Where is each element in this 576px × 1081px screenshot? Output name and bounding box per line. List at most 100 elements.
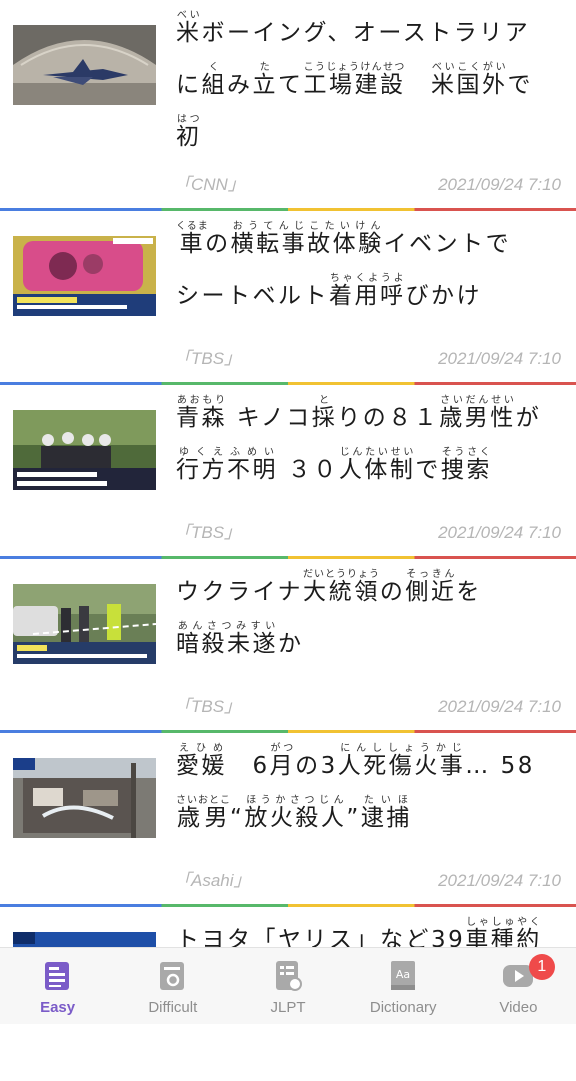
headline-line: ウクライナ大統領だいとうりょうの側近そっきんを: [176, 569, 562, 621]
headline-text: で: [415, 457, 441, 483]
article-card[interactable]: 車くるまの横転事故体験おうてんじこたいけんイベントでシートベルト着用呼ちゃくよう…: [0, 211, 576, 385]
article-thumbnail[interactable]: [13, 25, 156, 105]
article-headline[interactable]: 青森あおもり キノコ採とりの８１歳男性さいだんせいが 行方不明ゆくえふめい ３０人…: [176, 395, 562, 499]
headline-text: イベントで: [383, 231, 512, 257]
headline-text: の3: [295, 753, 338, 779]
furigana: こうじょうけんせつ: [303, 62, 406, 73]
headline-text: の: [379, 579, 406, 605]
article-date: 2021/09/24 7:10: [438, 175, 561, 194]
kanji-with-furigana: 初はつ: [176, 114, 202, 150]
kanji-with-furigana: 側近そっきん: [405, 569, 457, 605]
furigana: にんししょうかじ: [337, 743, 466, 754]
kanji-with-furigana: 立た: [252, 62, 278, 98]
tab-label: Difficult: [148, 999, 198, 1016]
headline-text: て: [278, 72, 304, 98]
headline-text: が: [515, 405, 542, 431]
furigana: じんたいせい: [338, 447, 416, 458]
headline-text: に: [176, 72, 202, 98]
furigana: そうさく: [440, 447, 492, 458]
kanji-with-furigana: 行方不明ゆくえふめい: [176, 447, 278, 483]
headline-text: で: [507, 72, 533, 98]
furigana: えひめ: [176, 743, 227, 754]
headline-text: りの８１: [337, 405, 440, 431]
headline-text: の: [205, 231, 231, 257]
headline-line: 暗殺未遂あんさつみすいか: [176, 621, 562, 673]
article-card[interactable]: 青森あおもり キノコ採とりの８１歳男性さいだんせいが 行方不明ゆくえふめい ３０人…: [0, 385, 576, 559]
kanji-with-furigana: 大統領だいとうりょう: [302, 569, 380, 605]
difficult-doc-icon: [159, 962, 184, 990]
headline-text: ボーイング、オーストラリア: [201, 20, 531, 46]
tab-difficult[interactable]: Difficult: [115, 948, 230, 1024]
headline-line: 愛媛えひめ 6月がつの3人死傷火事にんししょうかじ… 58: [176, 743, 562, 795]
kanji-with-furigana: 青森あおもり: [176, 395, 227, 431]
article-headline[interactable]: 車くるまの横転事故体験おうてんじこたいけんイベントでシートベルト着用呼ちゃくよう…: [176, 221, 562, 325]
svg-text:Aa: Aa: [396, 968, 410, 981]
kanji-with-furigana: 米べい: [176, 10, 202, 46]
article-thumbnail[interactable]: [13, 236, 156, 316]
article-card[interactable]: ウクライナ大統領だいとうりょうの側近そっきんを 暗殺未遂あんさつみすいか 「TBS…: [0, 559, 576, 733]
furigana: ゆくえふめい: [176, 447, 278, 458]
furigana: あんさつみすい: [176, 621, 278, 632]
article-thumbnail[interactable]: [13, 410, 156, 490]
tab-dictionary[interactable]: Aa Dictionary: [346, 948, 461, 1024]
furigana: あおもり: [176, 395, 227, 406]
headline-line: 歳男さいおとこ“放火殺人ほうかさつじん”逮捕たいほ: [176, 795, 562, 847]
tab-video[interactable]: Video 1: [461, 948, 576, 1024]
furigana: がつ: [269, 743, 296, 754]
headline-line: に組くみ立たて工場建設こうじょうけんせつ 米国外べいこくがいで: [176, 62, 562, 114]
headline-line: 米べいボーイング、オーストラリア: [176, 10, 562, 62]
jlpt-doc-icon: [276, 961, 302, 991]
article-headline[interactable]: 愛媛えひめ 6月がつの3人死傷火事にんししょうかじ… 58 歳男さいおとこ“放火殺…: [176, 743, 562, 847]
furigana: く: [201, 62, 227, 73]
furigana: べい: [176, 10, 202, 21]
kanji-with-furigana: 人死傷火事にんししょうかじ: [337, 743, 466, 779]
furigana: ほうかさつじん: [244, 795, 347, 806]
article-date: 2021/09/24 7:10: [438, 523, 561, 542]
furigana: はつ: [176, 114, 202, 125]
kanji-with-furigana: 愛媛えひめ: [176, 743, 227, 779]
headline-text: 6: [227, 753, 270, 779]
furigana: くるま: [176, 221, 209, 232]
kanji-with-furigana: 組く: [201, 62, 227, 98]
headline-text: ウクライナ: [176, 579, 304, 605]
dictionary-book-icon: Aa: [391, 961, 416, 990]
kanji-with-furigana: 米国外べいこくがい: [431, 62, 508, 98]
kanji-with-furigana: 着用呼ちゃくようよ: [329, 273, 406, 309]
article-card[interactable]: 米べいボーイング、オーストラリア に組くみ立たて工場建設こうじょうけんせつ 米国外…: [0, 0, 576, 211]
tab-label: Dictionary: [369, 999, 437, 1016]
kanji-with-furigana: 月がつ: [269, 743, 296, 779]
headline-text: み: [227, 72, 253, 98]
tab-jlpt[interactable]: JLPT: [230, 948, 345, 1024]
headline-text: びかけ: [405, 283, 482, 309]
easy-doc-icon: [44, 962, 69, 990]
kanji-with-furigana: 工場建設こうじょうけんせつ: [303, 62, 406, 98]
article-source: 「TBS」: [174, 349, 242, 368]
tab-easy[interactable]: Easy: [0, 948, 115, 1024]
headline-line: 青森あおもり キノコ採とりの８１歳男性さいだんせいが: [176, 395, 562, 447]
kanji-with-furigana: 逮捕たいほ: [360, 795, 412, 831]
headline-line: 初はつ: [176, 114, 562, 166]
furigana: べいこくがい: [431, 62, 508, 73]
article-thumbnail[interactable]: [13, 758, 156, 838]
headline-text: … 58: [465, 753, 535, 779]
kanji-with-furigana: 横転事故体験おうてんじこたいけん: [230, 221, 384, 257]
furigana: たいほ: [360, 795, 412, 806]
kanji-with-furigana: 人体制じんたいせい: [338, 447, 416, 483]
article-headline[interactable]: 米べいボーイング、オーストラリア に組くみ立たて工場建設こうじょうけんせつ 米国外…: [176, 10, 562, 166]
kanji-with-furigana: 採と: [311, 395, 338, 431]
headline-text: ”: [346, 805, 361, 831]
kanji-with-furigana: 放火殺人ほうかさつじん: [244, 795, 347, 831]
kanji-with-furigana: 車くるま: [176, 221, 209, 257]
tab-label: Easy: [40, 999, 76, 1016]
headline-text: シートベルト: [176, 283, 329, 309]
tab-label: JLPT: [270, 999, 306, 1016]
kanji-with-furigana: 捜索そうさく: [440, 447, 492, 483]
furigana: さいだんせい: [439, 395, 516, 406]
kanji-with-furigana: 暗殺未遂あんさつみすい: [176, 621, 278, 657]
furigana: た: [252, 62, 278, 73]
article-thumbnail[interactable]: [13, 584, 156, 664]
article-source: 「TBS」: [174, 523, 242, 542]
article-card[interactable]: 愛媛えひめ 6月がつの3人死傷火事にんししょうかじ… 58 歳男さいおとこ“放火殺…: [0, 733, 576, 907]
furigana: そっきん: [405, 569, 457, 580]
article-headline[interactable]: ウクライナ大統領だいとうりょうの側近そっきんを 暗殺未遂あんさつみすいか: [176, 569, 562, 673]
